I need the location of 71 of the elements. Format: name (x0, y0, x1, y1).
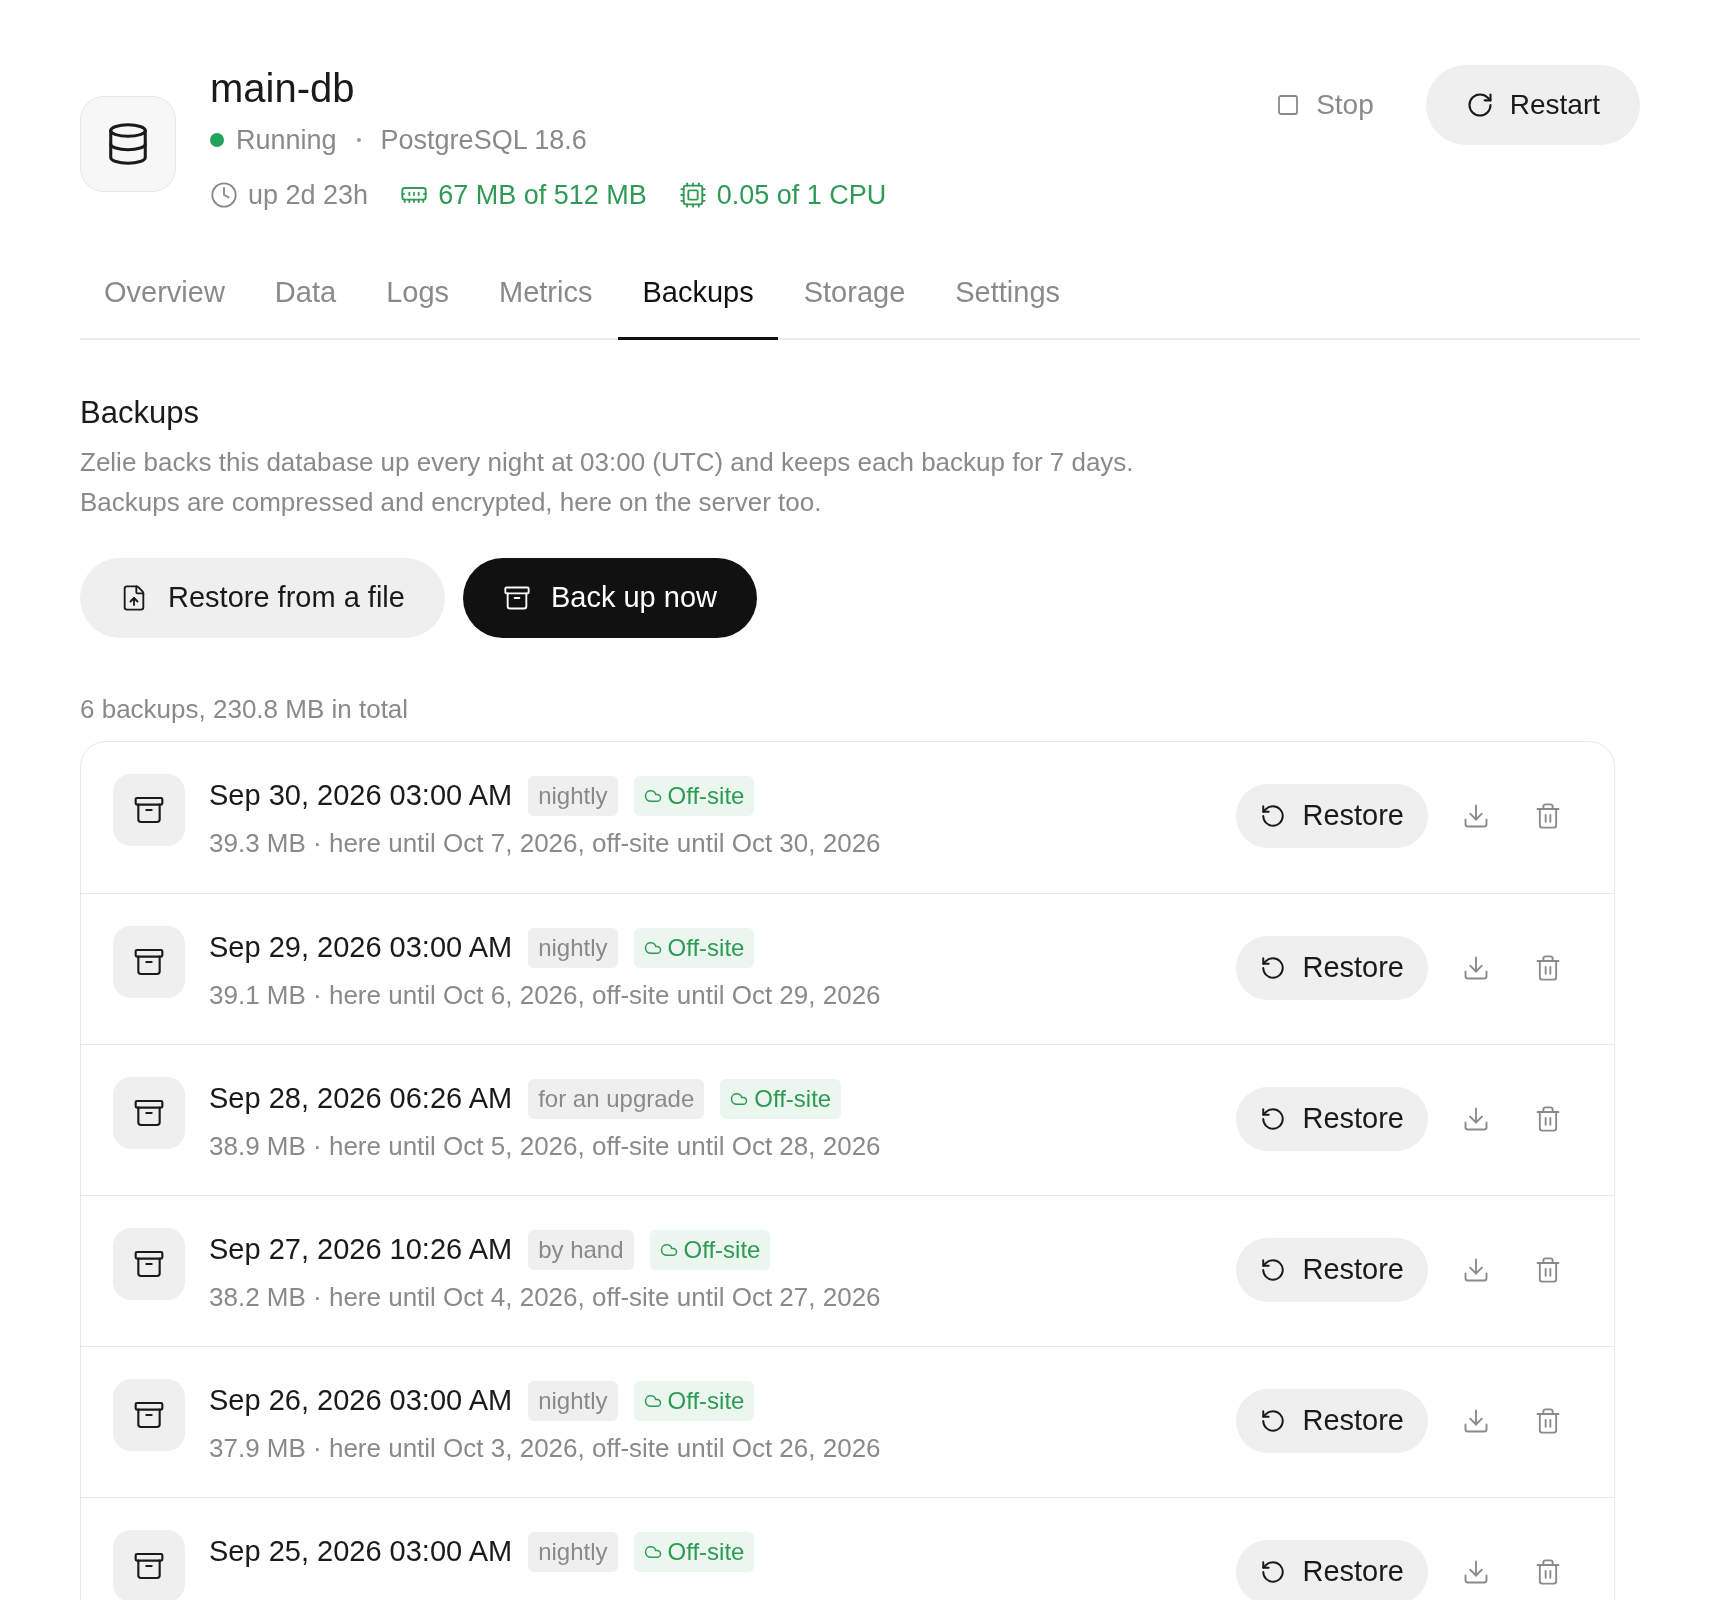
cpu-icon (678, 180, 707, 209)
archive-icon (133, 794, 165, 826)
status-label: Running (236, 124, 337, 157)
offsite-badge: Off-site (633, 1531, 755, 1572)
backup-details: 38.2 MB · here until Oct 4, 2026, off-site until Oct 27, 2026 (209, 1280, 882, 1314)
backup-date: Sep 26, 2026 03:00 AM (209, 1383, 513, 1418)
backup-date: Sep 25, 2026 03:00 AM (209, 1534, 513, 1569)
memory-usage: 67 MB of 512 MB (438, 178, 647, 212)
restore-icon (1260, 1106, 1287, 1132)
restore-button[interactable]: Restore (1236, 936, 1428, 1000)
cpu-usage: 0.05 of 1 CPU (716, 178, 887, 212)
section-title: Backups (80, 393, 200, 432)
trash-icon (1534, 954, 1562, 982)
backup-date: Sep 28, 2026 06:26 AM (209, 1081, 513, 1116)
offsite-badge: Off-site (720, 1078, 842, 1119)
archive-icon (133, 1399, 165, 1431)
tab[interactable]: Backups (618, 271, 778, 340)
archive-icon (133, 946, 165, 978)
offsite-badge: Off-site (633, 1380, 755, 1421)
archive-icon (133, 1097, 165, 1129)
restore-icon (1260, 1559, 1287, 1585)
restore-icon (1260, 955, 1287, 981)
database-title: main-db (210, 65, 356, 112)
restore-icon (1260, 1408, 1287, 1434)
restore-button[interactable]: Restore (1236, 1540, 1428, 1600)
section-description: Zelie backs this database up every night at 03:00 (UTC) and keeps each backup for 7 days. Backups are compressed and encrypted, here on the server too. (80, 446, 1135, 519)
backup-date: Sep 30, 2026 03:00 AM (209, 778, 513, 813)
engine-version: PostgreSQL 18.6 (380, 124, 587, 157)
tag-badge: by hand (528, 1229, 634, 1270)
uptime-text: up 2d 23h (248, 178, 369, 212)
tag-badge: nightly (528, 1531, 618, 1572)
tag-badge: nightly (528, 775, 618, 816)
archive-icon (133, 1248, 165, 1280)
backup-details: 39.3 MB · here until Oct 7, 2026, off-site until Oct 30, 2026 (209, 826, 882, 860)
backup-details: 39.1 MB · here until Oct 6, 2026, off-site until Oct 29, 2026 (209, 978, 882, 1012)
stop-icon (1276, 93, 1301, 117)
trash-icon (1534, 1407, 1562, 1435)
restore-button[interactable]: Restore (1236, 1087, 1428, 1151)
archive-icon (133, 1550, 165, 1582)
restart-icon (1465, 91, 1494, 119)
restore-icon (1260, 1257, 1287, 1283)
restore-button[interactable]: Restore (1236, 784, 1428, 848)
back-up-now-button[interactable]: Back up now (462, 558, 757, 638)
backup-details: 37.9 MB · here until Oct 3, 2026, off-site until Oct 26, 2026 (209, 1431, 882, 1465)
download-icon (1462, 1256, 1490, 1284)
trash-icon (1534, 802, 1562, 830)
restart-button[interactable]: Restart (1425, 65, 1640, 145)
restore-icon (1260, 803, 1287, 829)
backup-date: Sep 27, 2026 10:26 AM (209, 1232, 513, 1267)
offsite-badge: Off-site (633, 927, 755, 968)
clock-icon (210, 180, 238, 209)
download-icon (1462, 1105, 1490, 1133)
offsite-badge: Off-site (649, 1229, 771, 1270)
download-icon (1462, 1558, 1490, 1586)
restore-button[interactable]: Restore (1236, 1389, 1428, 1453)
offsite-badge: Off-site (633, 775, 755, 816)
trash-icon (1534, 1558, 1562, 1586)
backup-date: Sep 29, 2026 03:00 AM (209, 930, 513, 965)
trash-icon (1534, 1105, 1562, 1133)
tag-badge: nightly (528, 1380, 618, 1421)
download-icon (1462, 1407, 1490, 1435)
download-icon (1462, 954, 1490, 982)
restore-from-file-button[interactable]: Restore from a file (80, 558, 445, 638)
tag-badge: for an upgrade (528, 1078, 705, 1119)
trash-icon (1534, 1256, 1562, 1284)
backup-details: 38.9 MB · here until Oct 5, 2026, off-site until Oct 28, 2026 (209, 1129, 882, 1163)
backup-summary: 6 backups, 230.8 MB in total (80, 693, 410, 726)
restore-button[interactable]: Restore (1236, 1238, 1428, 1302)
archive-icon (502, 584, 531, 612)
tag-badge: nightly (528, 927, 618, 968)
download-icon (1462, 802, 1490, 830)
